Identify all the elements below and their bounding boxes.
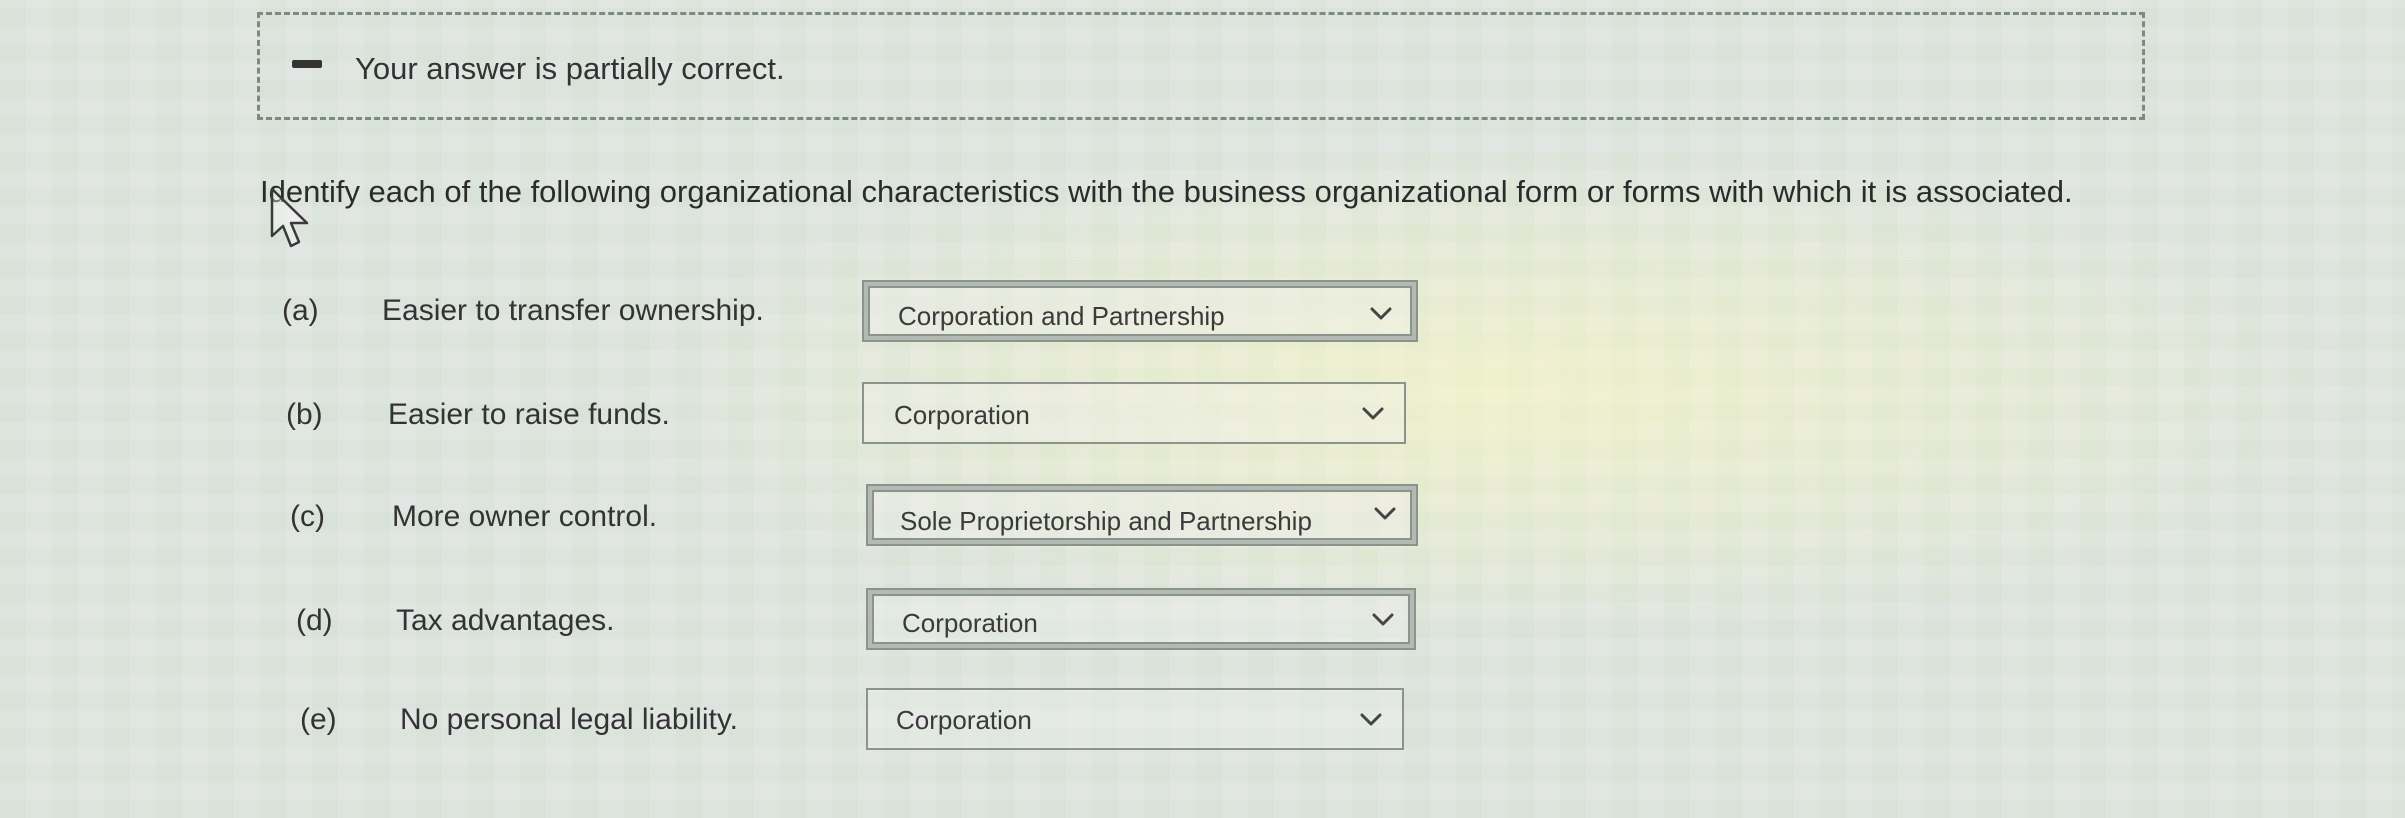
question-row-b: (b) Easier to raise funds. Corporation xyxy=(0,382,2405,444)
dropdown-selected-value: Sole Proprietorship and Partnership xyxy=(900,506,1312,536)
feedback-banner: Your answer is partially correct. xyxy=(257,12,2145,120)
chevron-down-icon xyxy=(1372,613,1394,626)
question-letter: (e) xyxy=(300,703,337,736)
dropdown-selected-value: Corporation xyxy=(902,608,1038,638)
question-row-c: (c) More owner control. Sole Proprietors… xyxy=(0,484,2405,546)
dropdown-selected-value: Corporation xyxy=(894,400,1030,430)
feedback-message: Your answer is partially correct. xyxy=(355,51,785,86)
question-text: More owner control. xyxy=(392,500,658,533)
dropdown-selected-value: Corporation and Partnership xyxy=(898,301,1225,331)
answer-dropdown-d[interactable]: Corporation xyxy=(866,588,1416,650)
question-text: No personal legal liability. xyxy=(400,703,738,736)
question-row-d: (d) Tax advantages. Corporation xyxy=(0,588,2405,650)
chevron-down-icon xyxy=(1370,307,1392,320)
chevron-down-icon xyxy=(1360,713,1382,726)
question-instruction: Identify each of the following organizat… xyxy=(260,174,2073,209)
chevron-down-icon xyxy=(1362,407,1384,420)
question-letter: (c) xyxy=(290,500,325,533)
question-text: Easier to raise funds. xyxy=(388,398,670,431)
question-row-e: (e) No personal legal liability. Corpora… xyxy=(0,688,2405,750)
answer-dropdown-c[interactable]: Sole Proprietorship and Partnership xyxy=(866,484,1418,546)
answer-dropdown-e[interactable]: Corporation xyxy=(866,688,1404,750)
dropdown-selected-value: Corporation xyxy=(896,705,1032,735)
chevron-down-icon xyxy=(1374,507,1396,520)
question-text: Easier to transfer ownership. xyxy=(382,294,764,327)
question-row-a: (a) Easier to transfer ownership. Corpor… xyxy=(0,280,2405,342)
answer-dropdown-a[interactable]: Corporation and Partnership xyxy=(862,280,1418,342)
question-letter: (d) xyxy=(296,604,333,637)
question-letter: (a) xyxy=(282,294,319,327)
question-letter: (b) xyxy=(286,398,323,431)
partial-correct-minus-icon xyxy=(292,60,322,68)
answer-dropdown-b[interactable]: Corporation xyxy=(862,382,1406,444)
mouse-pointer-icon xyxy=(270,187,309,248)
question-text: Tax advantages. xyxy=(396,604,615,637)
